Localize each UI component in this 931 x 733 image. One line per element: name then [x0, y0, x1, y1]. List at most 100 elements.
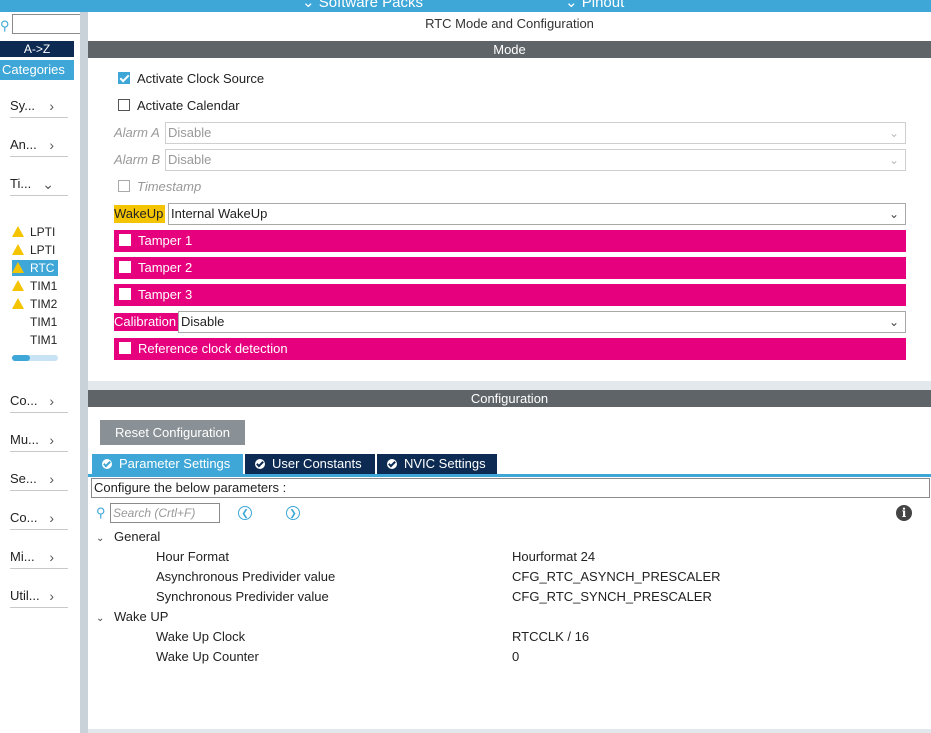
- categories-tab[interactable]: Categories: [0, 60, 74, 80]
- group-general[interactable]: ⌄ General: [96, 528, 160, 546]
- calibration-row: Calibration Disable ⌄: [114, 311, 906, 333]
- chevron-down-icon: ⌄: [888, 207, 899, 221]
- checkbox-icon: [119, 234, 131, 246]
- chevron-right-icon: ›: [49, 393, 54, 409]
- chevron-right-icon: ›: [49, 432, 54, 448]
- sidebar-category-computing[interactable]: Co... ›: [10, 507, 68, 530]
- parameter-search-input[interactable]: Search (Crtl+F): [110, 503, 220, 523]
- param-wakeup-clock-name: Wake Up Clock: [156, 629, 246, 644]
- param-async-prediv-value[interactable]: CFG_RTC_ASYNCH_PRESCALER: [512, 568, 721, 586]
- configuration-header: Configuration: [88, 390, 931, 407]
- chevron-down-icon: ⌄: [888, 315, 899, 329]
- sidebar-item-lptim1[interactable]: LPTI: [12, 224, 58, 240]
- alarm-b-label: Alarm B: [114, 152, 161, 167]
- chevron-down-icon: ⌄: [302, 0, 319, 11]
- panel-splitter[interactable]: [80, 12, 88, 733]
- param-sync-prediv-value[interactable]: CFG_RTC_SYNCH_PRESCALER: [512, 588, 712, 606]
- reference-clock-detection-checkbox[interactable]: Reference clock detection: [114, 338, 906, 360]
- sort-az-button[interactable]: A->Z: [0, 41, 74, 57]
- sidebar-item-lptim2[interactable]: LPTI: [12, 242, 58, 258]
- sidebar-category-multimedia[interactable]: Mu... ›: [10, 429, 68, 452]
- param-sync-prediv-name: Synchronous Predivider value: [156, 589, 329, 604]
- sidebar-item-rtc[interactable]: RTC: [12, 260, 58, 276]
- sidebar-item-tim16[interactable]: TIM1: [12, 314, 58, 330]
- param-hour-format-value[interactable]: Hourformat 24: [512, 548, 595, 566]
- checkbox-icon: [118, 99, 130, 111]
- sidebar-category-connectivity[interactable]: Co... ›: [10, 390, 68, 413]
- sidebar-category-analog[interactable]: An... ›: [10, 134, 68, 157]
- panel-divider[interactable]: [88, 381, 931, 390]
- tab-parameter-settings[interactable]: Parameter Settings: [92, 454, 243, 474]
- tab-underline: [88, 474, 931, 477]
- chevron-right-icon: ›: [49, 510, 54, 526]
- warning-icon: [12, 262, 24, 273]
- pinout-menu[interactable]: ⌄ Pinout: [565, 0, 624, 11]
- sidebar-category-timers[interactable]: Ti... ⌄: [10, 173, 68, 196]
- checkbox-icon: [119, 342, 131, 354]
- param-wakeup-counter-value[interactable]: 0: [512, 648, 519, 666]
- tab-nvic-settings[interactable]: NVIC Settings: [377, 454, 497, 474]
- checkbox-icon: [118, 180, 130, 192]
- alarm-a-select[interactable]: Disable ⌄: [165, 122, 906, 144]
- check-circle-icon: [387, 459, 397, 469]
- left-sidebar: [0, 12, 81, 733]
- group-wake-up[interactable]: ⌄ Wake UP: [96, 608, 168, 626]
- warning-icon: [12, 244, 24, 255]
- tamper1-checkbox[interactable]: Tamper 1: [114, 230, 906, 252]
- panel-title: RTC Mode and Configuration: [425, 16, 594, 31]
- warning-icon: [12, 226, 24, 237]
- chevron-down-icon: ⌄: [565, 0, 582, 11]
- mode-header: Mode: [88, 41, 931, 58]
- reset-configuration-button[interactable]: Reset Configuration: [100, 420, 245, 445]
- checkbox-icon: [119, 288, 131, 300]
- chevron-down-icon: ⌄: [96, 533, 105, 544]
- alarm-b-row: Alarm B Disable ⌄: [114, 149, 906, 171]
- checkbox-checked-icon: [118, 72, 130, 84]
- wakeup-row: WakeUp Internal WakeUp ⌄: [114, 203, 906, 225]
- sidebar-category-security[interactable]: Se... ›: [10, 468, 68, 491]
- chevron-right-icon: ›: [49, 98, 54, 114]
- sidebar-category-middleware[interactable]: Mi... ›: [10, 546, 68, 569]
- chevron-right-icon: ›: [49, 137, 54, 153]
- alarm-a-label: Alarm A: [114, 125, 160, 140]
- top-menu-bar: ⌄ Software Packs ⌄ Pinout: [0, 0, 931, 12]
- tab-user-constants[interactable]: User Constants: [245, 454, 375, 474]
- param-hour-format-name: Hour Format: [156, 549, 229, 564]
- chevron-down-icon: ⌄: [888, 153, 899, 167]
- param-wakeup-clock-value[interactable]: RTCCLK / 16: [512, 628, 589, 646]
- param-async-prediv-name: Asynchronous Predivider value: [156, 569, 336, 584]
- sidebar-item-tim2[interactable]: TIM2: [12, 296, 58, 312]
- chevron-down-icon: ⌄: [96, 613, 105, 624]
- sidebar-category-utilities[interactable]: Util... ›: [10, 585, 68, 608]
- tamper3-checkbox[interactable]: Tamper 3: [114, 284, 906, 306]
- check-circle-icon: [102, 459, 112, 469]
- scrollbar-thumb[interactable]: [12, 355, 30, 361]
- chevron-right-icon: ›: [49, 549, 54, 565]
- check-circle-icon: [255, 459, 265, 469]
- wakeup-select[interactable]: Internal WakeUp ⌄: [168, 203, 906, 225]
- checkbox-icon: [119, 261, 131, 273]
- software-packs-menu[interactable]: ⌄ Software Packs: [302, 0, 423, 11]
- calibration-label: Calibration: [114, 313, 179, 331]
- tamper2-checkbox[interactable]: Tamper 2: [114, 257, 906, 279]
- search-icon: ⚲: [96, 505, 106, 520]
- param-wakeup-counter-name: Wake Up Counter: [156, 649, 259, 664]
- sidebar-item-tim1[interactable]: TIM1: [12, 278, 58, 294]
- sidebar-category-system[interactable]: Sy... ›: [10, 95, 68, 118]
- parameters-instructions: Configure the below parameters :: [91, 478, 930, 498]
- alarm-b-select[interactable]: Disable ⌄: [165, 149, 906, 171]
- calibration-select[interactable]: Disable ⌄: [178, 311, 906, 333]
- warning-icon: [12, 280, 24, 291]
- search-next-button[interactable]: ❯: [286, 506, 300, 520]
- sidebar-item-tim17[interactable]: TIM1: [12, 332, 58, 348]
- sidebar-search-input[interactable]: [12, 14, 82, 34]
- search-previous-button[interactable]: ❮: [238, 506, 252, 520]
- info-icon[interactable]: i: [896, 505, 912, 521]
- activate-clock-source-checkbox[interactable]: Activate Clock Source: [118, 70, 264, 88]
- timestamp-checkbox[interactable]: Timestamp: [118, 178, 201, 196]
- chevron-right-icon: ›: [49, 471, 54, 487]
- wakeup-label: WakeUp: [114, 205, 166, 223]
- activate-calendar-checkbox[interactable]: Activate Calendar: [118, 97, 240, 115]
- warning-icon: [12, 298, 24, 309]
- sidebar-horizontal-scrollbar[interactable]: [12, 355, 58, 361]
